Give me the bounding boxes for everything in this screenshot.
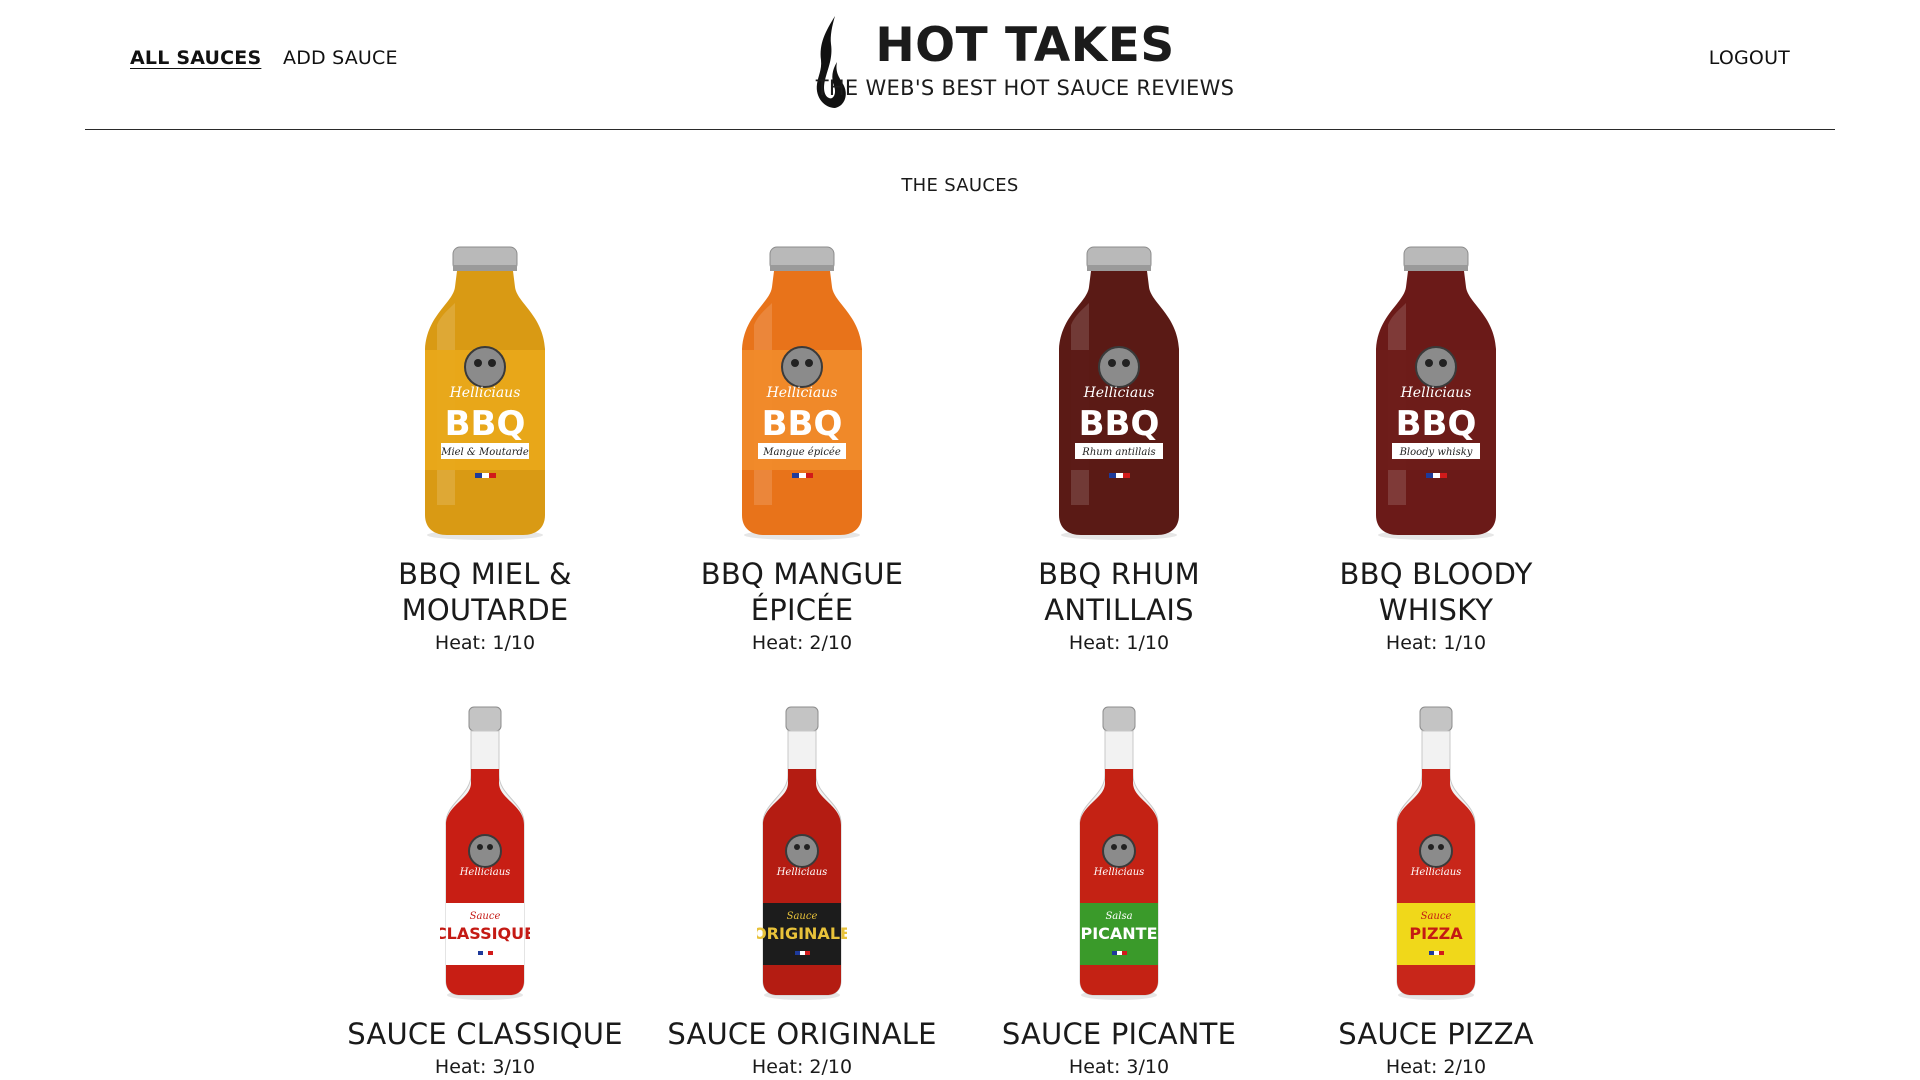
sauce-card[interactable]: Helliciaus Sauce ORIGINALE SAUCE ORIGINA… <box>652 700 952 1078</box>
svg-text:PIZZA: PIZZA <box>1409 924 1463 943</box>
sauce-heat: Heat: 1/10 <box>1068 632 1170 654</box>
svg-text:Rhum antillais: Rhum antillais <box>1081 447 1155 458</box>
svg-text:Helliciaus: Helliciaus <box>1410 867 1462 878</box>
svg-text:Helliciaus: Helliciaus <box>1093 867 1145 878</box>
svg-text:Helliciaus: Helliciaus <box>449 385 521 401</box>
sauce-image[interactable]: Helliciaus BBQ Miel & Moutarde <box>335 240 635 540</box>
svg-text:BBQ: BBQ <box>762 404 843 444</box>
sauce-heat: Heat: 2/10 <box>751 632 853 654</box>
site-header: ALL SAUCES ADD SAUCE HOT TAKES THE WEB'S… <box>85 0 1835 130</box>
sauce-name: BBQ MANGUE ÉPICÉE <box>700 557 904 627</box>
sauce-card[interactable]: Helliciaus Salsa PICANTE SAUCE PICANTE He… <box>969 700 1269 1078</box>
sauce-card[interactable]: Helliciaus BBQ Miel & Moutarde BBQ MIEL … <box>335 240 635 654</box>
sauce-image[interactable]: Helliciaus BBQ Rhum antillais <box>969 240 1269 540</box>
svg-text:Sauce: Sauce <box>1421 911 1452 922</box>
svg-text:Sauce: Sauce <box>470 911 501 922</box>
nav-logout-link[interactable]: LOGOUT <box>1709 47 1790 69</box>
sauce-name: SAUCE CLASSIQUE <box>347 1017 623 1051</box>
svg-text:Miel & Moutarde: Miel & Moutarde <box>440 447 529 458</box>
brand-tagline: THE WEB'S BEST HOT SAUCE REVIEWS <box>815 76 1235 100</box>
svg-text:Sauce: Sauce <box>787 911 818 922</box>
svg-text:BBQ: BBQ <box>445 404 526 444</box>
sauce-bottle-image: Helliciaus BBQ Bloody whisky <box>1376 246 1496 540</box>
sauce-bottle-image: Helliciaus BBQ Rhum antillais <box>1059 246 1179 540</box>
sauce-image[interactable]: Helliciaus Sauce PIZZA <box>1286 700 1586 1000</box>
svg-text:BBQ: BBQ <box>1079 404 1160 444</box>
svg-text:Helliciaus: Helliciaus <box>459 867 511 878</box>
sauce-bottle-image: Helliciaus BBQ Miel & Moutarde <box>425 246 545 540</box>
sauce-heat: Heat: 2/10 <box>751 1056 853 1078</box>
sauce-card[interactable]: Helliciaus BBQ Mangue épicée BBQ MANGUE É… <box>652 240 952 654</box>
nav-all-sauces-link[interactable]: ALL SAUCES <box>130 47 261 69</box>
sauce-card[interactable]: Helliciaus BBQ Rhum antillais BBQ RHUM AN… <box>969 240 1269 654</box>
svg-text:CLASSIQUE: CLASSIQUE <box>440 924 530 943</box>
sauce-heat: Heat: 1/10 <box>1385 632 1487 654</box>
svg-text:Salsa: Salsa <box>1105 911 1132 922</box>
sauce-card[interactable]: Helliciaus Sauce CLASSIQUE SAUCE CLASSIQ… <box>335 700 635 1078</box>
sauce-heat: Heat: 3/10 <box>434 1056 536 1078</box>
sauce-bottle-image: Helliciaus Sauce ORIGINALE <box>757 706 847 1000</box>
sauce-bottle-image: Helliciaus BBQ Mangue épicée <box>742 246 862 540</box>
sauce-image[interactable]: Helliciaus Sauce CLASSIQUE <box>335 700 635 1000</box>
sauce-name: BBQ BLOODY WHISKY <box>1339 557 1533 627</box>
sauce-bottle-image: Helliciaus Sauce CLASSIQUE <box>440 706 530 1000</box>
sauce-card[interactable]: Helliciaus Sauce PIZZA SAUCE PIZZA Heat: … <box>1286 700 1586 1078</box>
svg-text:Helliciaus: Helliciaus <box>776 867 828 878</box>
sauce-name: BBQ MIEL & MOUTARDE <box>398 557 572 627</box>
sauce-bottle-image: Helliciaus Salsa PICANTE <box>1079 706 1159 1000</box>
svg-text:BBQ: BBQ <box>1396 404 1477 444</box>
brand-title: HOT TAKES <box>875 18 1175 73</box>
sauce-bottle-image: Helliciaus Sauce PIZZA <box>1396 706 1476 1000</box>
sauce-heat: Heat: 1/10 <box>434 632 536 654</box>
sauce-name: SAUCE PICANTE <box>1001 1017 1237 1051</box>
sauce-name: SAUCE PIZZA <box>1338 1017 1534 1051</box>
sauce-card[interactable]: Helliciaus BBQ Bloody whisky BBQ BLOODY W… <box>1286 240 1586 654</box>
sauce-image[interactable]: Helliciaus BBQ Bloody whisky <box>1286 240 1586 540</box>
sauce-image[interactable]: Helliciaus Sauce ORIGINALE <box>652 700 952 1000</box>
sauce-name: SAUCE ORIGINALE <box>667 1017 937 1051</box>
svg-text:Helliciaus: Helliciaus <box>766 385 838 401</box>
sauce-name: BBQ RHUM ANTILLAIS <box>1038 557 1200 627</box>
sauce-heat: Heat: 3/10 <box>1068 1056 1170 1078</box>
brand-logo[interactable]: HOT TAKES THE WEB'S BEST HOT SAUCE REVIE… <box>735 12 1315 112</box>
sauce-image[interactable]: Helliciaus Salsa PICANTE <box>969 700 1269 1000</box>
svg-text:ORIGINALE: ORIGINALE <box>757 924 847 943</box>
svg-text:Helliciaus: Helliciaus <box>1400 385 1472 401</box>
svg-text:Helliciaus: Helliciaus <box>1083 385 1155 401</box>
svg-text:Bloody whisky: Bloody whisky <box>1399 447 1473 458</box>
sauce-heat: Heat: 2/10 <box>1385 1056 1487 1078</box>
svg-text:PICANTE: PICANTE <box>1080 924 1157 943</box>
svg-text:Mangue épicée: Mangue épicée <box>762 447 841 458</box>
sauce-image[interactable]: Helliciaus BBQ Mangue épicée <box>652 240 952 540</box>
section-title: THE SAUCES <box>901 175 1019 196</box>
nav-add-sauce-link[interactable]: ADD SAUCE <box>283 47 398 69</box>
